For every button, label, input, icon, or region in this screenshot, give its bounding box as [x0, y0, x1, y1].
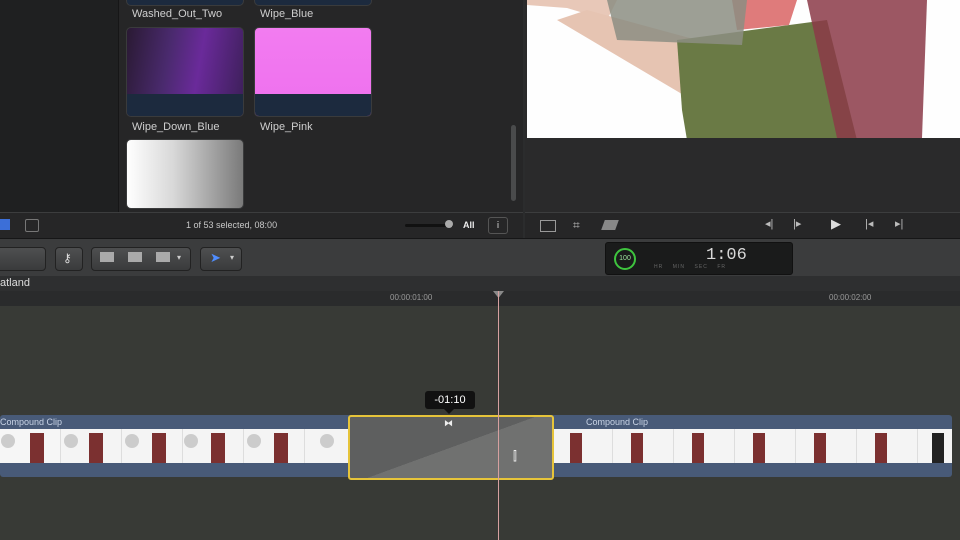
insert-clip-icon[interactable] [128, 252, 142, 262]
go-to-start-icon[interactable]: |◂ [865, 217, 873, 230]
previous-frame-icon[interactable]: ◂| [765, 217, 773, 230]
clip-thumb-wipe-blue[interactable] [254, 0, 372, 6]
edit-buttons-group: ▾ [91, 247, 191, 271]
background-tasks-progress[interactable]: 100 [614, 248, 636, 270]
event-library-sidebar[interactable] [0, 0, 119, 212]
clip-label-wipe-down-blue: Wipe_Down_Blue [132, 121, 220, 133]
frame [244, 429, 305, 463]
frame [122, 429, 183, 463]
right-clip-header: Compound Clip [586, 415, 886, 429]
transition-clip[interactable]: ⧓ ⫿ [348, 415, 554, 480]
left-clip-name: Compound Clip [0, 417, 63, 427]
ruler-tick-label: 00:00:02:00 [829, 293, 872, 302]
viewer-frame [527, 0, 960, 138]
append-clip-icon[interactable] [156, 252, 170, 262]
key-icon: ⚷ [63, 251, 72, 265]
right-clip-filmstrip[interactable] [552, 429, 952, 463]
filter-all[interactable]: All [463, 220, 475, 230]
frame [552, 429, 613, 463]
left-clip-header: Compound Clip [0, 415, 348, 429]
tooltip-arrow [444, 409, 454, 414]
browser-footer: 1 of 53 selected, 08:00 All ⅰ [0, 212, 523, 238]
right-clip-name: Compound Clip [586, 417, 649, 427]
unit-fr: FR [717, 264, 727, 270]
unit-min: MIN [672, 264, 685, 270]
select-arrow-icon: ➤ [210, 250, 221, 265]
clip-appearance-icon[interactable]: ⅰ [488, 217, 508, 234]
crop-icon[interactable]: ⌗ [573, 218, 580, 233]
timeline-ruler[interactable]: 00:00:01:00 00:00:02:00 [0, 291, 960, 307]
clip-label-washed-out-two: Washed_Out_Two [132, 8, 223, 20]
keyword-button[interactable]: ⚷ [55, 247, 83, 271]
filmstrip-view-icon[interactable] [25, 219, 39, 232]
clip-grid: Washed_Out_Two Wipe_Blue Wipe_Down_Blue … [119, 0, 521, 212]
tools-menu-button[interactable]: ➤ ▾ [200, 247, 242, 271]
frame [674, 429, 735, 463]
frame [796, 429, 857, 463]
frame [613, 429, 674, 463]
transition-icon: ⧓ [444, 418, 453, 428]
chevron-down-icon[interactable]: ▾ [177, 253, 181, 262]
zoom-slider-knob[interactable] [445, 220, 453, 228]
transform-icon[interactable] [540, 220, 556, 232]
unit-hr: HR [654, 264, 664, 270]
clip-thumb-wipe-down-blue[interactable] [126, 27, 244, 117]
dashboard: 100 1:06 HR MIN SEC FR [605, 242, 793, 275]
thumb-band [255, 94, 371, 116]
next-frame-icon[interactable]: |▸ [793, 217, 801, 230]
left-clip-filmstrip[interactable] [0, 429, 348, 463]
clip-label-wipe-pink: Wipe_Pink [260, 121, 313, 133]
browser-scrollbar[interactable] [511, 125, 516, 201]
frame [857, 429, 918, 463]
timecode-units: HR MIN SEC FR [654, 264, 754, 270]
connect-clip-icon[interactable] [100, 252, 114, 262]
frame [918, 429, 952, 463]
timecode-display[interactable]: 1:06 [706, 246, 747, 265]
clip-thumb-wipe-pink[interactable] [254, 27, 372, 117]
frame [0, 429, 61, 463]
viewer-video-image [527, 0, 927, 138]
clip-thumb-washed-out-two[interactable] [126, 0, 244, 6]
playhead-line[interactable] [498, 291, 499, 540]
list-view-icon[interactable] [0, 219, 10, 230]
frame [735, 429, 796, 463]
unit-sec: SEC [694, 264, 708, 270]
go-to-end-icon[interactable]: ▸| [895, 217, 903, 230]
clip-label-wipe-blue: Wipe_Blue [260, 8, 314, 20]
clip-thumb-gradient[interactable] [126, 139, 244, 209]
chevron-down-icon: ▾ [230, 253, 235, 262]
trim-tooltip: -01:10 [425, 391, 475, 409]
viewer-footer: ⌗ ◂| |▸ ▶ |◂ ▸| [525, 212, 960, 238]
ripple-trim-cursor-icon: ⫿ [513, 449, 517, 463]
record-voiceover-button[interactable] [0, 247, 46, 271]
project-name: atland [0, 277, 30, 289]
play-icon[interactable]: ▶ [831, 216, 841, 232]
timeline-header: atland [0, 276, 960, 292]
frame [61, 429, 122, 463]
toolbar: ⚷ ▾ ➤ ▾ 100 1:06 HR MIN SEC FR [0, 238, 960, 278]
thumb-band [127, 94, 243, 116]
distort-icon[interactable] [601, 220, 619, 230]
ruler-tick-label: 00:00:01:00 [390, 293, 433, 302]
frame [305, 429, 348, 463]
frame [183, 429, 244, 463]
selection-status: 1 of 53 selected, 08:00 [186, 220, 278, 230]
